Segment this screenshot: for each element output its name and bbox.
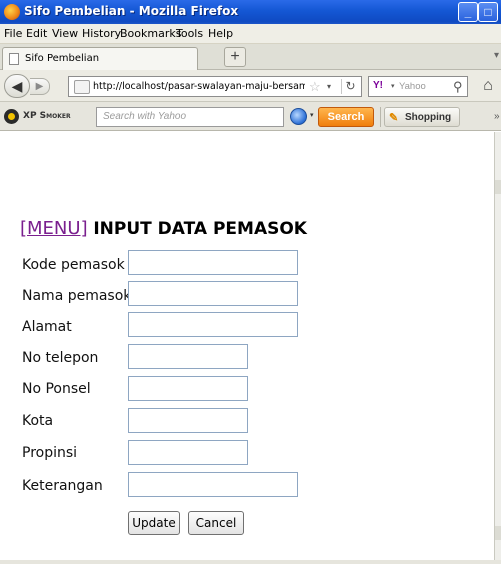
back-button[interactable]: ◀ — [4, 74, 30, 98]
arrow-left-icon: ◀ — [11, 78, 23, 94]
addon-toolbar: XP Smoker Search with Yahoo ▾ Search ✎ S… — [0, 102, 501, 131]
menu-bookmarks[interactable]: Bookmarks — [120, 27, 181, 40]
toolbar-divider — [380, 107, 381, 127]
nama-pemasok-label: Nama pemasok — [22, 288, 132, 304]
kode-pemasok-label: Kode pemasok — [22, 257, 125, 273]
keterangan-field[interactable] — [128, 472, 298, 497]
new-tab-button[interactable]: + — [224, 47, 246, 67]
site-identity-icon[interactable] — [74, 80, 90, 94]
home-icon[interactable]: ⌂ — [476, 76, 500, 97]
page-title: INPUT DATA PEMASOK — [93, 219, 307, 239]
shopping-tag-icon: ✎ — [389, 112, 399, 124]
address-bar[interactable]: http://localhost/pasar-swalayan-maju-ber… — [68, 76, 362, 97]
yahoo-icon[interactable]: Y! — [373, 80, 383, 91]
menu-bar: File Edit View History Bookmarks Tools H… — [0, 24, 501, 44]
tab-label: Sifo Pembelian — [25, 53, 100, 64]
url-history-dropdown-icon[interactable]: ▾ — [327, 82, 331, 91]
menu-view[interactable]: View — [52, 27, 78, 40]
tab-sifo-pembelian[interactable]: Sifo Pembelian — [2, 47, 198, 70]
tab-bar: Sifo Pembelian + ▾ — [0, 44, 501, 70]
forward-button[interactable]: ▶ — [30, 78, 50, 95]
update-button[interactable]: Update — [128, 511, 180, 535]
minimize-button[interactable]: _ — [458, 2, 478, 22]
no-telepon-label: No telepon — [22, 350, 99, 366]
cancel-button[interactable]: Cancel — [188, 511, 244, 535]
menu-link[interactable]: [MENU] — [20, 218, 88, 239]
scroll-down-arrow[interactable] — [495, 526, 501, 540]
page-heading: [MENU] INPUT DATA PEMASOK — [20, 218, 307, 239]
bookmark-star-icon[interactable]: ☆ — [309, 79, 321, 95]
nama-pemasok-field[interactable] — [128, 281, 298, 306]
arrow-right-icon: ▶ — [35, 81, 44, 92]
magnifier-icon[interactable]: ⚲ — [453, 79, 463, 95]
url-text[interactable]: http://localhost/pasar-swalayan-maju-ber… — [93, 81, 305, 92]
toolbar-search-button[interactable]: Search — [318, 107, 374, 127]
search-engine-dropdown-icon[interactable]: ▾ — [391, 82, 395, 90]
no-telepon-field[interactable] — [128, 344, 248, 369]
alamat-field[interactable] — [128, 312, 298, 337]
vertical-scrollbar[interactable] — [494, 132, 501, 560]
tab-list-chevron-icon[interactable]: ▾ — [494, 50, 499, 61]
scroll-up-arrow[interactable] — [495, 180, 501, 194]
toolbar-overflow-chevron-icon[interactable]: » — [494, 111, 500, 122]
shopping-label: Shopping — [405, 112, 452, 123]
no-ponsel-label: No Ponsel — [22, 381, 91, 397]
menu-file[interactable]: File — [4, 27, 22, 40]
alamat-label: Alamat — [22, 319, 72, 335]
window-title: Sifo Pembelian - Mozilla Firefox — [24, 4, 239, 18]
navigation-bar: ◀ ▶ http://localhost/pasar-swalayan-maju… — [0, 70, 501, 102]
menu-history[interactable]: History — [82, 27, 121, 40]
firefox-logo-icon — [4, 4, 20, 20]
page-icon — [9, 53, 19, 65]
xp-smoker-logo-icon[interactable] — [4, 109, 19, 124]
toolbar-search-placeholder: Search with Yahoo — [103, 111, 187, 122]
reload-icon[interactable]: ↻ — [341, 79, 359, 94]
menu-tools[interactable]: Tools — [176, 27, 203, 40]
globe-icon[interactable] — [290, 108, 307, 125]
toolbar-search-input[interactable]: Search with Yahoo — [96, 107, 284, 127]
search-input[interactable]: Yahoo — [399, 81, 426, 92]
menu-edit[interactable]: Edit — [26, 27, 47, 40]
keterangan-label: Keterangan — [22, 478, 103, 494]
status-bar — [0, 560, 501, 564]
kota-field[interactable] — [128, 408, 248, 433]
propinsi-label: Propinsi — [22, 445, 78, 461]
kode-pemasok-field[interactable] — [128, 250, 298, 275]
maximize-button[interactable]: □ — [478, 2, 498, 22]
shopping-button[interactable]: ✎ Shopping — [384, 107, 460, 127]
menu-help[interactable]: Help — [208, 27, 233, 40]
kota-label: Kota — [22, 413, 54, 429]
xp-smoker-label[interactable]: XP Smoker — [23, 111, 71, 121]
search-box[interactable]: Y! ▾ Yahoo ⚲ — [368, 76, 468, 97]
propinsi-field[interactable] — [128, 440, 248, 465]
chevron-down-icon[interactable]: ▾ — [310, 111, 314, 119]
no-ponsel-field[interactable] — [128, 376, 248, 401]
window-title-bar: Sifo Pembelian - Mozilla Firefox _ □ — [0, 0, 501, 24]
